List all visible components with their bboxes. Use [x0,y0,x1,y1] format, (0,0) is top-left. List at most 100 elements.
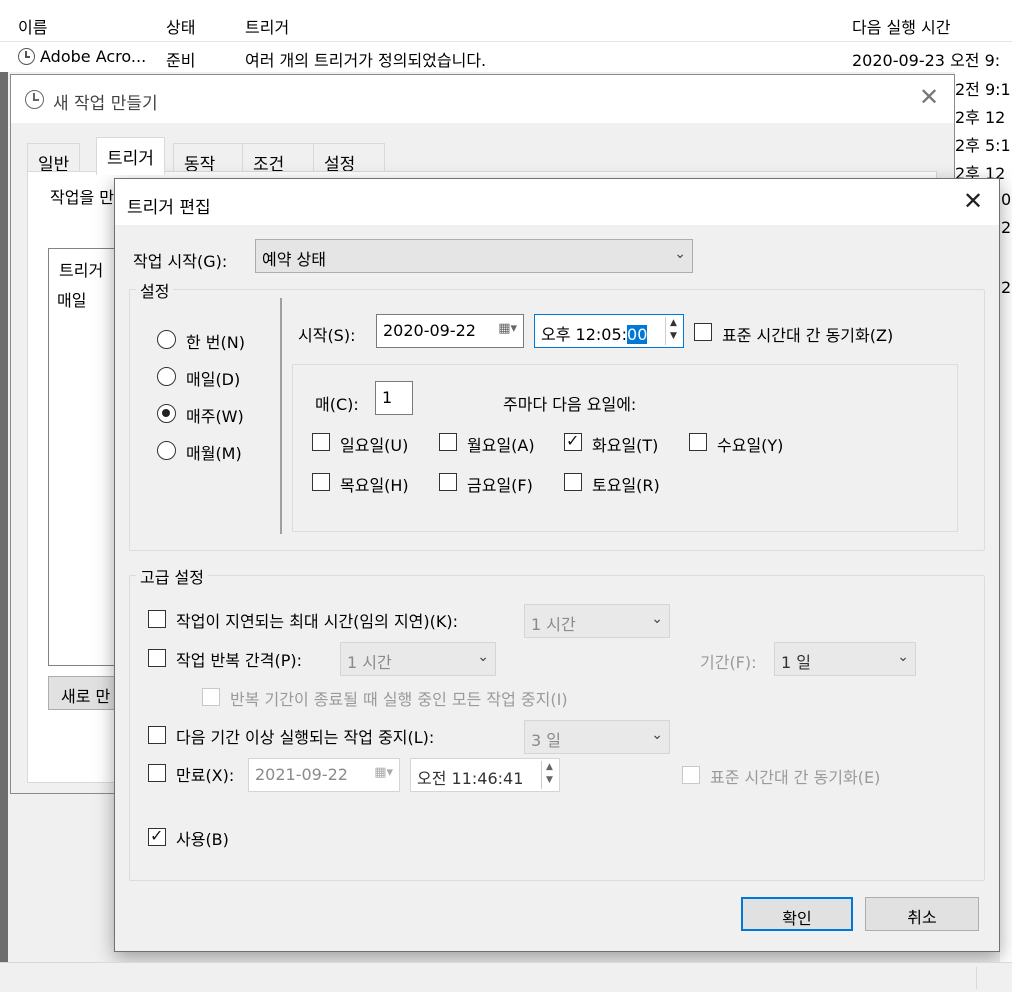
calendar-icon[interactable]: ▦▾ [498,321,517,336]
delay-checkbox[interactable] [148,610,166,628]
radio-once-label[interactable]: 한 번(N) [186,329,245,353]
col-name-header[interactable]: 이름 [18,14,47,38]
day-friday-label[interactable]: 금요일(F) [467,472,533,496]
start-time-field[interactable]: 오후 12:05:00 ▲ ▼ [534,314,684,348]
day-thursday-checkbox[interactable] [312,473,330,491]
day-monday-label[interactable]: 월요일(A) [467,432,535,456]
day-saturday-label[interactable]: 토요일(R) [592,472,660,496]
sync-timezone-checkbox[interactable] [694,323,712,341]
chevron-down-icon: ⌄ [651,727,663,743]
expire-date-picker[interactable]: 2021-09-22 ▦▾ [248,758,400,792]
stop-all-checkbox[interactable] [202,688,220,706]
day-wednesday-label[interactable]: 수요일(Y) [717,432,783,456]
tab-triggers[interactable]: 트리거 [96,137,165,175]
expire-sync-label[interactable]: 표준 시간대 간 동기화(E) [710,764,880,788]
cancel-button[interactable]: 취소 [865,897,979,931]
radio-once[interactable] [157,330,176,349]
table-row[interactable]: Adobe Acro... 준비 여러 개의 트리거가 정의되었습니다. 202… [0,42,1012,72]
stop-longer-checkbox[interactable] [148,726,166,744]
window-frame-left [0,0,8,992]
expire-label[interactable]: 만료(X): [176,762,234,786]
window-title: 새 작업 만들기 [53,94,158,114]
weekly-options-panel: 매(C): 1 주마다 다음 요일에: 일요일(U) 월요일(A) 화요일(T)… [292,364,958,532]
day-sunday-checkbox[interactable] [312,433,330,451]
trigger-edit-titlebar: 트리거 편집 ✕ [115,179,999,225]
time-spinner[interactable]: ▲ ▼ [541,761,557,789]
repeat-checkbox[interactable] [148,649,166,667]
day-sunday-label[interactable]: 일요일(U) [340,432,408,456]
day-friday-checkbox[interactable] [439,473,457,491]
task-next-run: 2020-09-23 오전 9:0 [852,51,1011,70]
radio-daily[interactable] [157,367,176,386]
col-status-header[interactable]: 상태 [166,14,195,38]
recur-every-input[interactable]: 1 [375,381,413,415]
day-tuesday-label[interactable]: 화요일(T) [592,432,658,456]
repeat-select[interactable]: 1 시간 ⌄ [340,642,496,676]
radio-weekly[interactable] [157,404,176,423]
peek-time: 2 [1001,218,1012,237]
enabled-checkbox[interactable] [148,826,166,846]
day-tuesday-checkbox[interactable] [564,431,582,451]
close-icon[interactable]: ✕ [963,187,983,215]
radio-monthly-label[interactable]: 매월(M) [186,440,242,464]
day-wednesday-checkbox[interactable] [689,433,707,451]
day-monday-checkbox[interactable] [439,433,457,451]
tab-conditions[interactable]: 조건 [242,143,314,175]
expire-time-value: 오전 11:46:41 [417,769,524,788]
new-task-titlebar: 새 작업 만들기 ✕ [11,75,954,123]
start-date-value: 2020-09-22 [383,321,476,340]
triggers-description: 작업을 만 [50,188,114,207]
repeat-value: 1 시간 [347,653,392,672]
advanced-settings-label: 고급 설정 [136,564,208,588]
ok-button[interactable]: 확인 [741,897,853,931]
begin-task-select[interactable]: 예약 상태 ⌄ [255,239,693,273]
task-trigger: 여러 개의 트리거가 정의되었습니다. [245,51,487,70]
sync-timezone-label[interactable]: 표준 시간대 간 동기화(Z) [722,322,893,346]
delay-value: 1 시간 [531,615,576,634]
radio-monthly[interactable] [157,441,176,460]
list-item[interactable]: 매일 [57,287,86,311]
tab-settings[interactable]: 설정 [313,143,385,175]
settings-divider [280,298,282,534]
day-saturday-checkbox[interactable] [564,473,582,491]
trigger-list-header[interactable]: 트리거 [59,257,103,281]
col-trigger-header[interactable]: 트리거 [245,14,289,38]
start-time-selected-seconds: 00 [627,325,648,344]
stop-longer-select[interactable]: 3 일 ⌄ [524,720,670,754]
stop-longer-label[interactable]: 다음 기간 이상 실행되는 작업 중지(L): [176,724,434,748]
time-spinner[interactable]: ▲ ▼ [665,317,681,345]
close-icon[interactable]: ✕ [919,83,939,111]
radio-weekly-label[interactable]: 매주(W) [186,403,244,427]
peek-time: 2전 9:1 [955,80,1011,99]
weeks-on-label: 주마다 다음 요일에: [503,395,637,414]
peek-time: 2후 12 [955,108,1006,127]
start-date-picker[interactable]: 2020-09-22 ▦▾ [376,314,524,348]
col-next-run-header[interactable]: 다음 실행 시간 [852,14,951,38]
radio-daily-label[interactable]: 매일(D) [186,366,240,390]
trigger-edit-dialog: 트리거 편집 ✕ 작업 시작(G): 예약 상태 ⌄ 설정 한 번(N) 매일(… [114,178,1000,952]
peek-time: 2 [1001,278,1012,297]
tab-general[interactable]: 일반 [27,143,81,175]
dialog-title: 트리거 편집 [127,198,211,218]
day-thursday-label[interactable]: 목요일(H) [340,472,409,496]
enabled-label[interactable]: 사용(B) [176,826,229,850]
duration-select[interactable]: 1 일 ⌄ [774,642,916,676]
expire-time-field[interactable]: 오전 11:46:41 ▲ ▼ [410,758,560,792]
settings-group-label: 설정 [136,278,174,302]
delay-label[interactable]: 작업이 지연되는 최대 시간(임의 지연)(K): [176,608,458,632]
peek-time: 2후 5:1 [955,136,1011,155]
calendar-icon[interactable]: ▦▾ [374,765,393,780]
begin-task-label: 작업 시작(G): [133,252,228,271]
expire-date-value: 2021-09-22 [255,765,348,784]
stop-all-label[interactable]: 반복 기간이 종료될 때 실행 중인 모든 작업 중지(I) [230,686,568,710]
repeat-label[interactable]: 작업 반복 간격(P): [176,647,302,671]
task-name: Adobe Acro... [40,47,147,66]
chevron-down-icon: ⌄ [897,649,909,665]
tab-actions[interactable]: 동작 [173,143,243,175]
settings-group: 설정 한 번(N) 매일(D) 매주(W) 매월(M) 시작(S): 2020-… [129,278,985,551]
delay-select[interactable]: 1 시간 ⌄ [524,604,670,638]
peek-time: 0 [1001,190,1012,209]
expire-sync-checkbox[interactable] [682,766,700,784]
status-divider [976,967,977,989]
expire-checkbox[interactable] [148,764,166,782]
